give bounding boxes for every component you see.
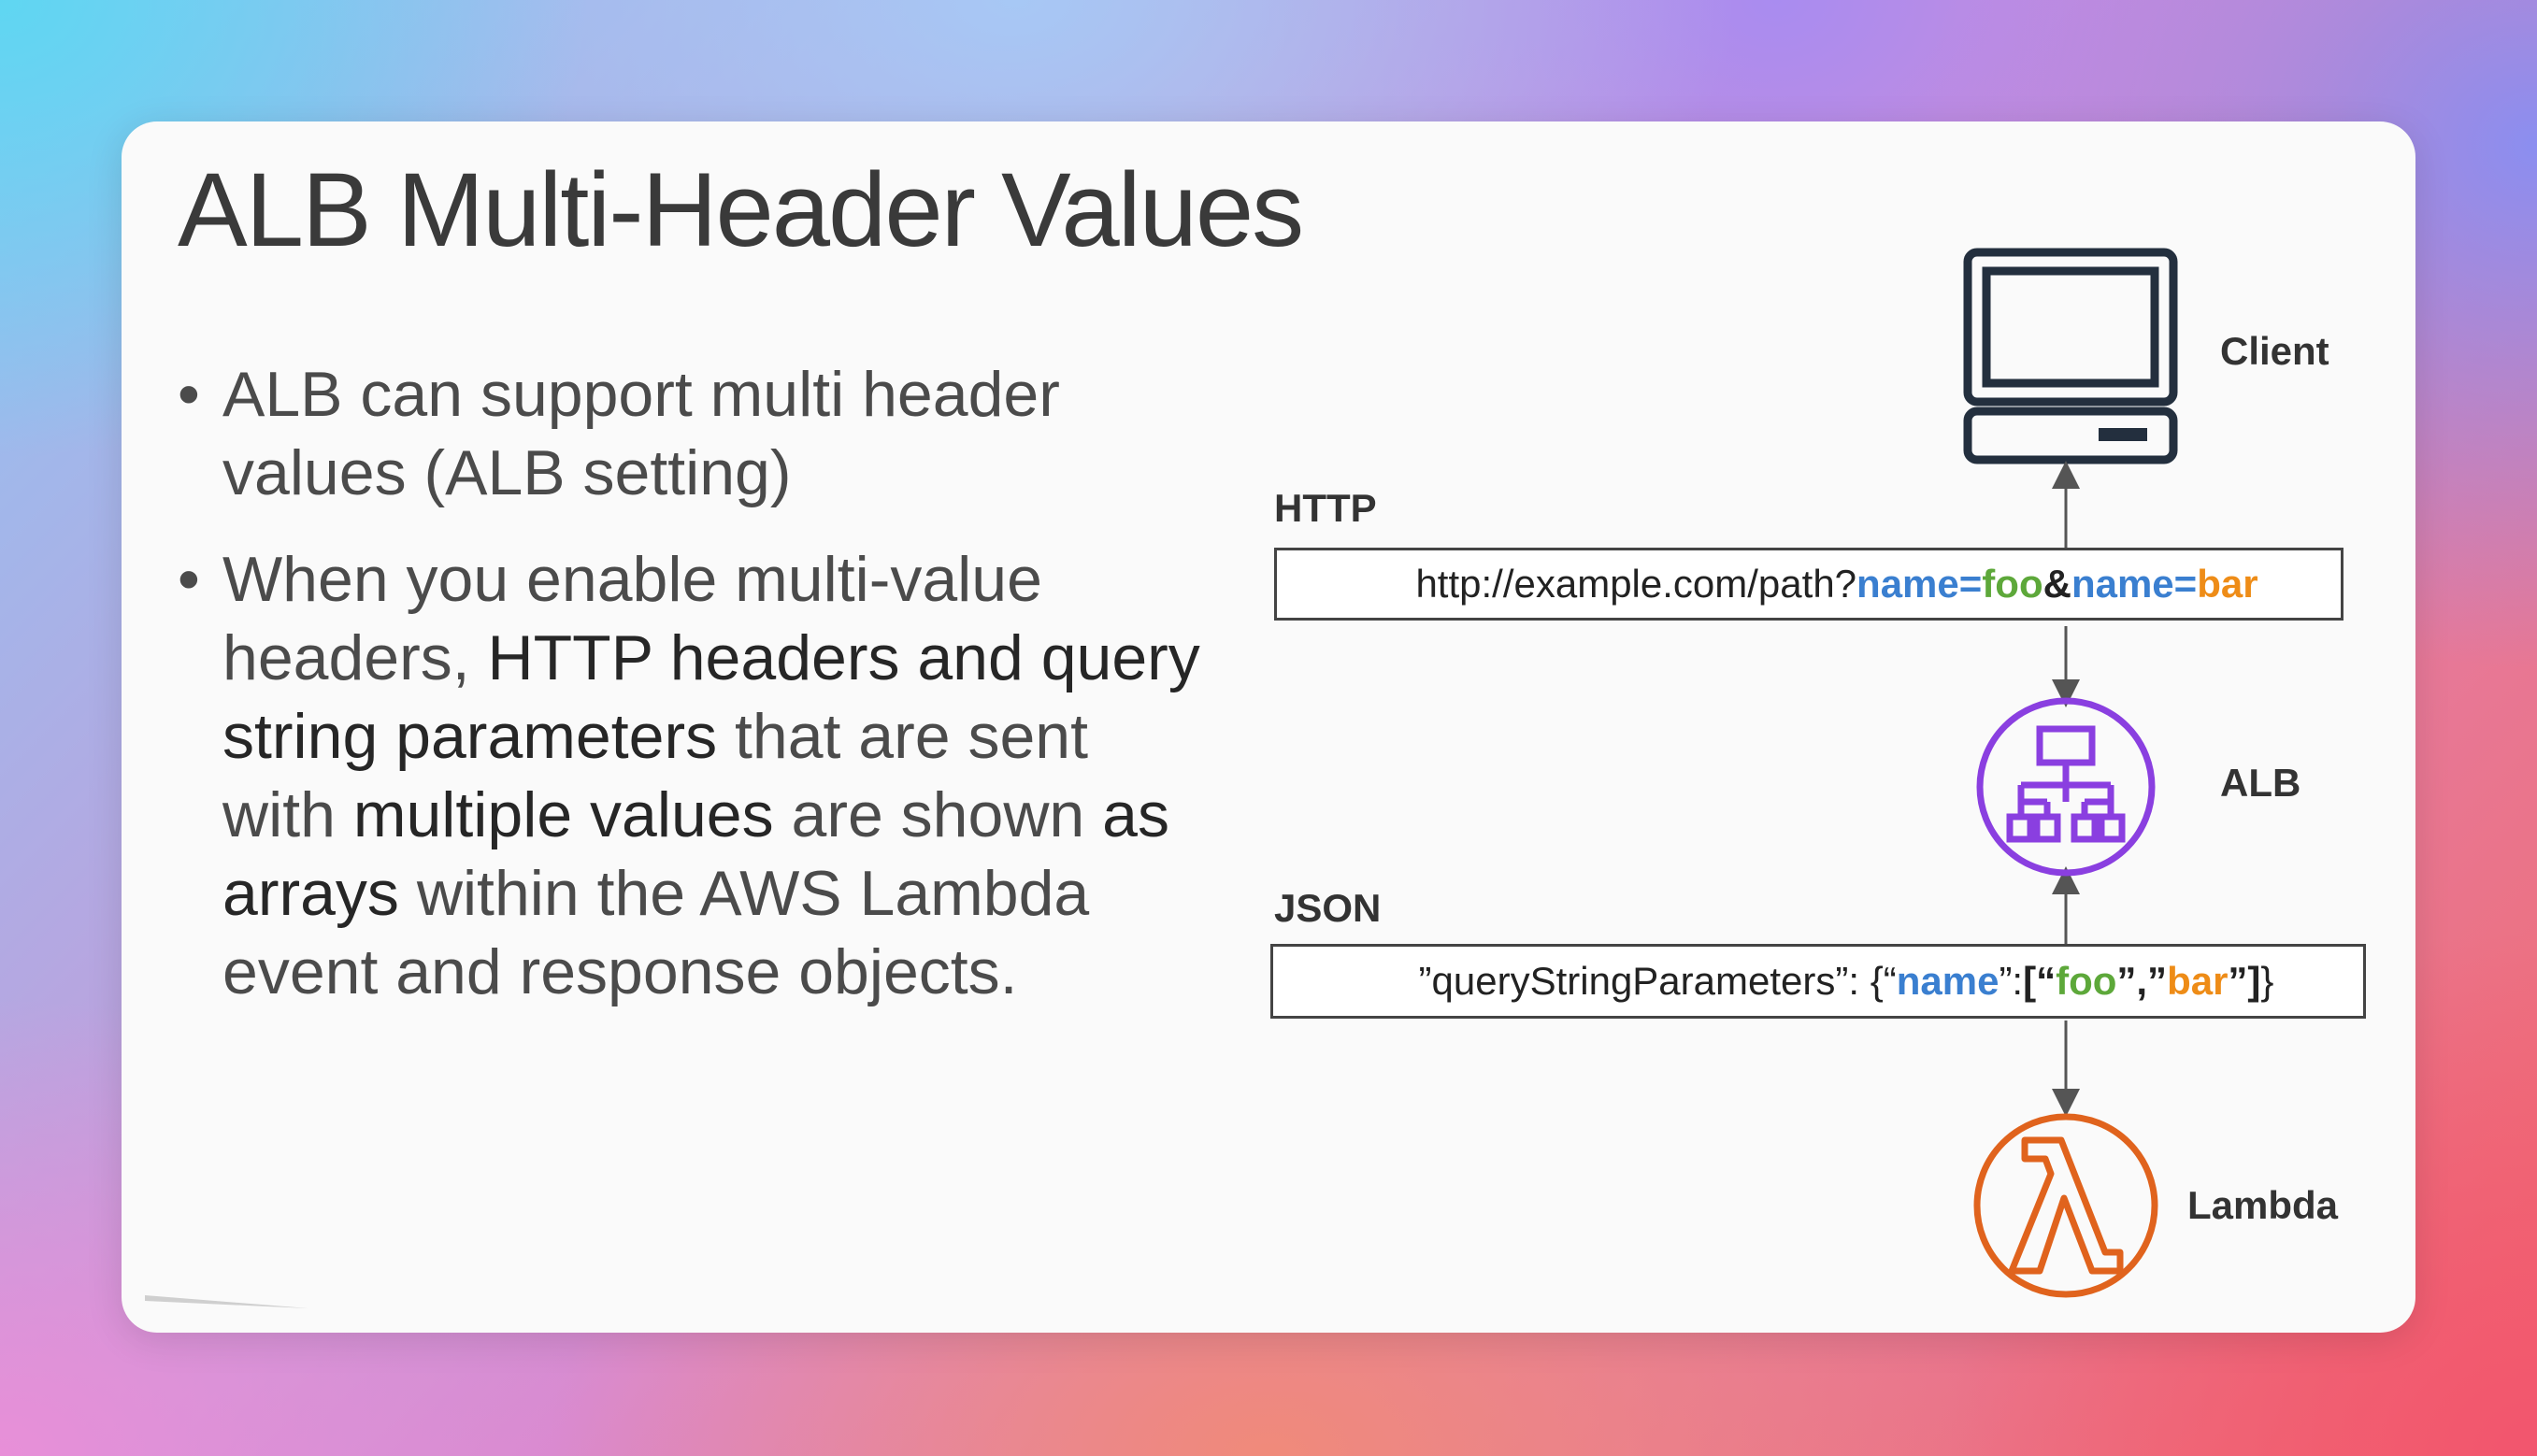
json-key: name [1896, 959, 2000, 1003]
client-label: Client [2220, 329, 2329, 373]
http-label: HTTP [1274, 486, 1377, 530]
url-prefix: http://example.com/path? [1415, 562, 1857, 606]
slide-card: ALB Multi-Header Values • ALB can suppor… [122, 121, 2415, 1333]
json-payload-box: ”queryStringParameters”: {“ name”: [“ foo”… [1270, 944, 2366, 1019]
http-request-box: http://example.com/path? name= foo & name= ba… [1274, 548, 2344, 621]
url-value-2: bar [2197, 562, 2258, 606]
client-computer-icon [1963, 248, 2178, 464]
lambda-label: Lambda [2187, 1183, 2339, 1227]
json-array-open: [“ [2023, 959, 2057, 1003]
json-value-2: bar [2167, 959, 2229, 1003]
json-array-close: ”] [2228, 959, 2261, 1003]
json-mid: ”: [1999, 959, 2024, 1003]
corner-decoration [145, 1295, 308, 1308]
url-key-2: name= [2071, 562, 2198, 606]
json-label: JSON [1274, 886, 1382, 930]
url-ampersand: & [2042, 562, 2071, 606]
lambda-icon [1973, 1113, 2158, 1298]
flow-diagram [145, 248, 2178, 1308]
url-key-1: name= [1856, 562, 1983, 606]
alb-icon [1976, 697, 2156, 877]
url-value-1: foo [1982, 562, 2043, 606]
json-open: ”queryStringParameters”: {“ [1418, 959, 1897, 1003]
json-close: } [2260, 959, 2274, 1003]
json-separator: ”,” [2116, 959, 2168, 1003]
json-value-1: foo [2056, 959, 2117, 1003]
alb-label: ALB [2220, 761, 2301, 805]
